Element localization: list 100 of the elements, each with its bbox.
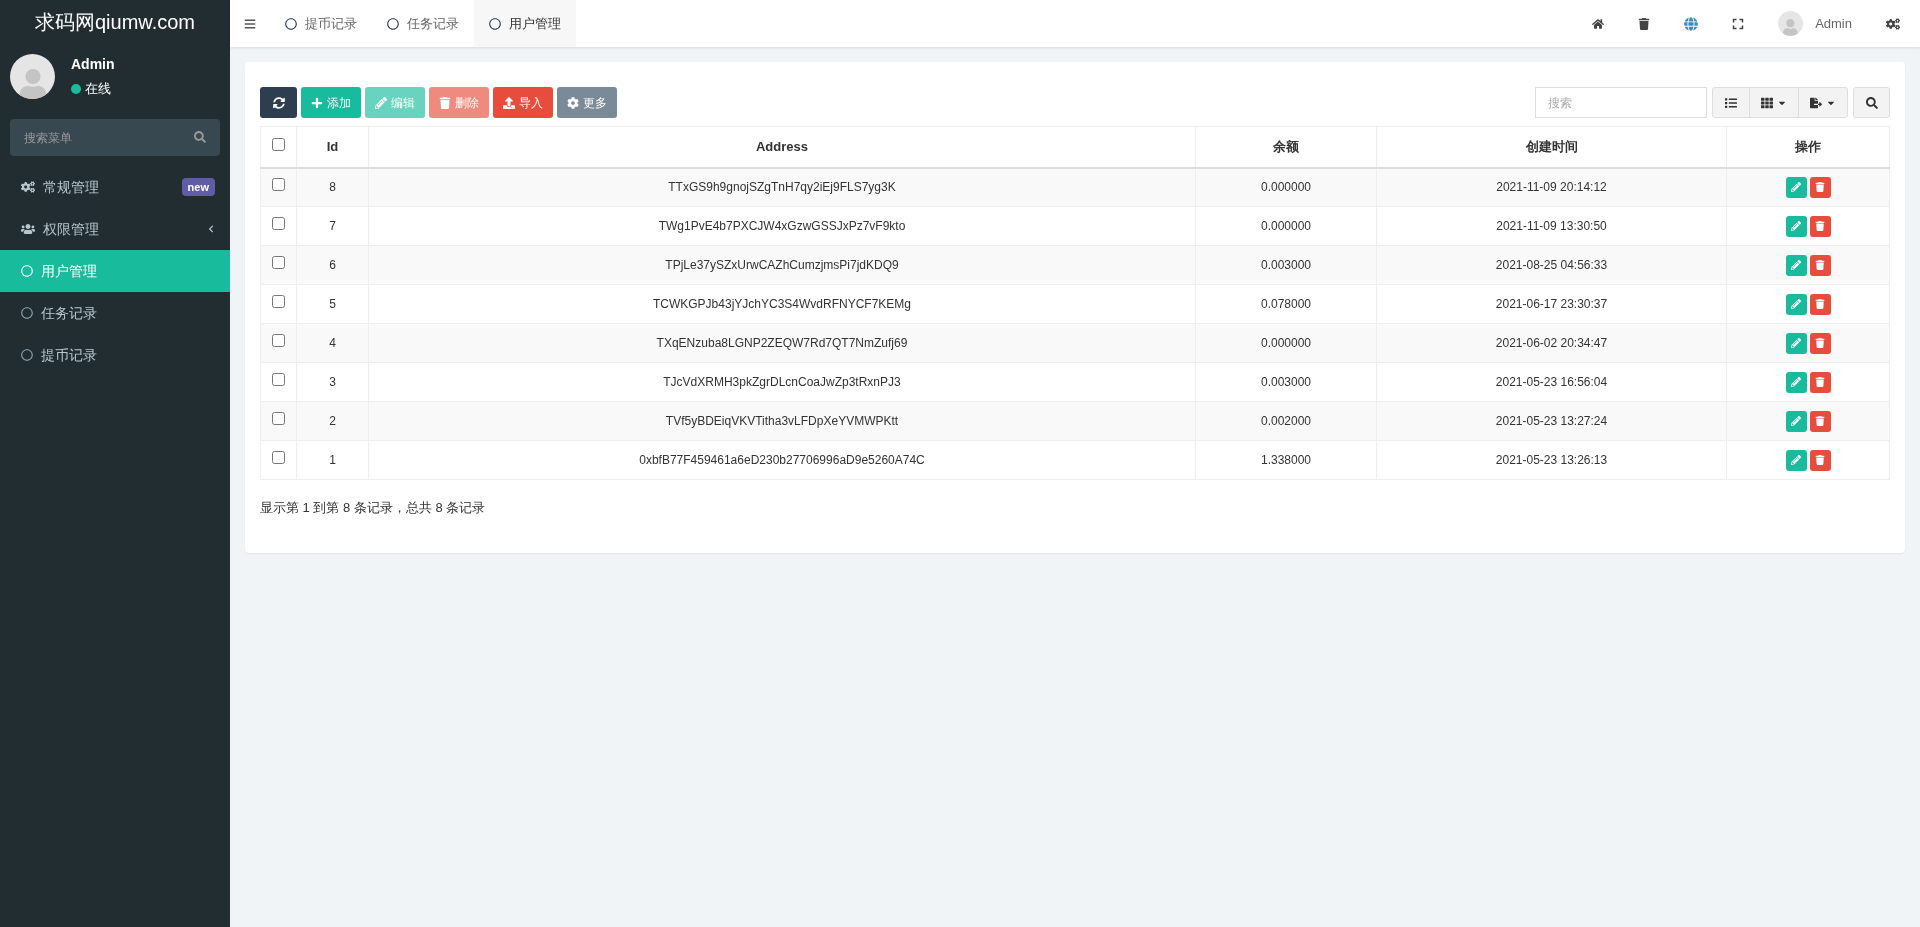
- row-checkbox[interactable]: [272, 373, 285, 386]
- row-checkbox[interactable]: [272, 451, 285, 464]
- trash-icon: [1815, 338, 1825, 348]
- delete-row-button[interactable]: [1809, 332, 1831, 354]
- trash-icon: [1815, 377, 1825, 387]
- delete-row-button[interactable]: [1809, 449, 1831, 471]
- table-cell: TTxGS9h9gnojSZgTnH7qy2iEj9FLS7yg3K: [668, 180, 896, 195]
- delete-row-button[interactable]: [1809, 293, 1831, 315]
- row-checkbox[interactable]: [272, 412, 285, 425]
- export-icon: [1810, 96, 1822, 109]
- edit-row-button[interactable]: [1785, 176, 1807, 198]
- pencil-icon: [1791, 221, 1801, 231]
- edit-row-button[interactable]: [1785, 293, 1807, 315]
- delete-row-button[interactable]: [1809, 410, 1831, 432]
- pencil-icon: [1791, 182, 1801, 193]
- new-badge: new: [181, 177, 215, 197]
- table-cell: TPjLe37ySZxUrwCAZhCumzjmsPi7jdKDQ9: [665, 258, 899, 272]
- column-header: 余额: [1195, 126, 1377, 168]
- more-button[interactable]: 更多: [557, 87, 617, 118]
- table-cell: 5: [329, 297, 336, 311]
- table-cell: TJcVdXRMH3pkZgrDLcnCoaJwZp3tRxnPJ3: [663, 375, 901, 389]
- trash-icon: [1815, 260, 1825, 270]
- column-header: Id: [296, 126, 369, 168]
- search-icon: [194, 131, 206, 143]
- menu-icon: [244, 17, 256, 30]
- user-avatar-icon: [1778, 11, 1804, 36]
- sidebar-item[interactable]: 任务记录: [0, 292, 230, 334]
- pencil-icon: [1791, 377, 1801, 387]
- row-checkbox[interactable]: [272, 295, 285, 308]
- trash-icon: [1815, 221, 1825, 231]
- users-icon: [21, 222, 35, 236]
- refresh-button[interactable]: [260, 87, 297, 118]
- logo-text: 求码网qiumw.com: [35, 10, 195, 35]
- nav-tab[interactable]: 任务记录: [372, 0, 474, 47]
- settings-icon[interactable]: [1886, 16, 1900, 31]
- grid-icon: [1761, 96, 1773, 109]
- table-cell: TWg1PvE4b7PXCJW4xGzwGSSJxPz7vF9kto: [658, 219, 906, 233]
- globe-icon[interactable]: [1684, 16, 1699, 31]
- pencil-icon: [1791, 260, 1801, 270]
- sidebar-item[interactable]: 权限管理: [0, 208, 230, 250]
- table-cell: 0.002000: [1260, 414, 1312, 428]
- row-checkbox[interactable]: [272, 217, 285, 230]
- avatar-icon: [10, 54, 55, 99]
- edit-row-button[interactable]: [1785, 371, 1807, 393]
- edit-row-button[interactable]: [1785, 332, 1807, 354]
- table-cell: 1: [329, 453, 336, 467]
- table-cell: 0.000000: [1260, 219, 1312, 233]
- edit-row-button[interactable]: [1785, 215, 1807, 237]
- user-menu-name[interactable]: Admin: [1815, 13, 1852, 34]
- delete-row-button[interactable]: [1809, 176, 1831, 198]
- table-cell: 2021-06-02 20:34:47: [1495, 336, 1608, 350]
- fullscreen-icon[interactable]: [1732, 17, 1745, 30]
- import-button[interactable]: 导入: [493, 87, 553, 118]
- column-header: 操作: [1726, 126, 1890, 168]
- trash-icon: [439, 96, 451, 109]
- table-cell: 0.003000: [1260, 258, 1312, 272]
- row-checkbox[interactable]: [272, 178, 285, 192]
- delete-row-button[interactable]: [1809, 215, 1831, 237]
- menu-search-field[interactable]: 搜索菜单: [10, 119, 220, 156]
- sidebar-item[interactable]: 常规管理 new: [0, 166, 230, 208]
- nav-tab[interactable]: 用户管理: [474, 0, 576, 47]
- trash-icon: [1815, 182, 1825, 193]
- trash-icon[interactable]: [1638, 17, 1651, 30]
- table-cell: 0.000000: [1260, 180, 1312, 195]
- delete-row-button[interactable]: [1809, 371, 1831, 393]
- select-all-checkbox[interactable]: [272, 137, 285, 151]
- table-cell: 8: [329, 180, 336, 195]
- pencil-icon: [1791, 338, 1801, 348]
- table-cell: 1.338000: [1260, 453, 1312, 467]
- table-cell: 2021-06-17 23:30:37: [1495, 297, 1608, 311]
- list-icon: [1725, 96, 1737, 109]
- edit-row-button[interactable]: [1785, 254, 1807, 276]
- sidebar-item[interactable]: 提币记录: [0, 334, 230, 376]
- table-cell: 2021-05-23 13:26:13: [1495, 453, 1608, 467]
- search-icon: [1865, 96, 1878, 109]
- nav-tab[interactable]: 提币记录: [270, 0, 372, 47]
- pencil-icon: [1791, 416, 1801, 426]
- column-header: Address: [368, 126, 1196, 168]
- table-cell: TCWKGPJb43jYJchYC3S4WvdRFNYCF7KEMg: [652, 297, 912, 311]
- row-checkbox[interactable]: [272, 256, 285, 269]
- table-cell: 0.000000: [1260, 336, 1312, 350]
- delete-row-button[interactable]: [1809, 254, 1831, 276]
- table-cell: TVf5yBDEiqVKVTitha3vLFDpXeYVMWPKtt: [665, 414, 899, 428]
- edit-row-button[interactable]: [1785, 410, 1807, 432]
- table-search-field[interactable]: 搜索: [1535, 87, 1707, 118]
- pagination-info: 显示第 1 到第 8 条记录，总共 8 条记录: [260, 499, 487, 517]
- pencil-icon: [1791, 455, 1801, 465]
- table-cell: 0.003000: [1260, 375, 1312, 389]
- gear-icon: [567, 96, 579, 109]
- plus-icon: [311, 96, 323, 109]
- refresh-icon: [272, 96, 285, 109]
- user-name: Admin: [71, 55, 115, 75]
- search-button[interactable]: [1853, 87, 1890, 118]
- trash-icon: [1815, 299, 1825, 309]
- edit-row-button[interactable]: [1785, 449, 1807, 471]
- row-checkbox[interactable]: [272, 334, 285, 347]
- trash-icon: [1815, 455, 1825, 465]
- pencil-icon: [375, 96, 387, 109]
- home-icon[interactable]: [1592, 17, 1605, 30]
- table-cell: 2021-05-23 13:27:24: [1495, 414, 1608, 428]
